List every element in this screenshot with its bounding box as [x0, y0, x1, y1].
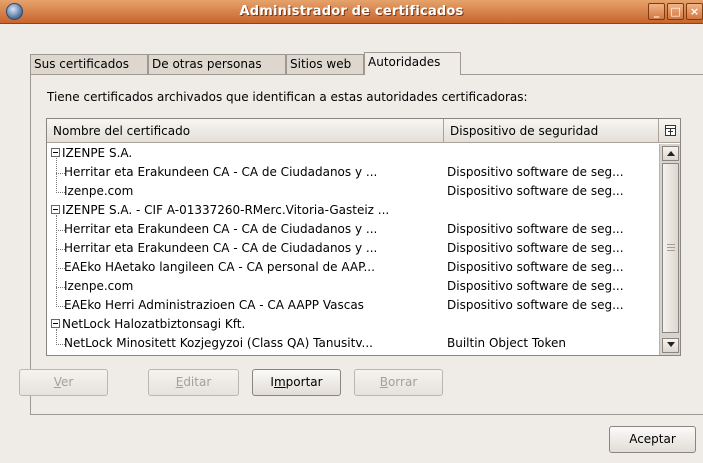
tree-row[interactable]: Herritar eta Erakundeen CA - CA de Ciuda…: [47, 220, 659, 239]
minimize-button[interactable]: _: [648, 3, 665, 20]
row-device: Dispositivo software de seg...: [447, 184, 624, 198]
column-header-name[interactable]: Nombre del certificado: [47, 119, 444, 143]
tab-sitios-web[interactable]: Sitios web: [286, 54, 364, 74]
collapse-icon[interactable]: [51, 205, 60, 214]
tree-row[interactable]: Izenpe.com Dispositivo software de seg..…: [47, 277, 659, 296]
vertical-scrollbar[interactable]: [659, 144, 680, 355]
title-bar[interactable]: Administrador de certificados _ □ ×: [0, 0, 703, 24]
tab-de-otras-personas[interactable]: De otras personas: [148, 54, 286, 74]
row-name: IZENPE S.A. - CIF A-01337260-RMerc.Vitor…: [47, 201, 444, 217]
delete-button[interactable]: Borrar: [354, 369, 443, 396]
panel-description: Tiene certificados archivados que identi…: [47, 90, 528, 104]
accept-button[interactable]: Aceptar: [609, 426, 696, 453]
edit-button[interactable]: Editar: [148, 369, 239, 396]
row-device: [447, 315, 659, 317]
row-name: IZENPE S.A.: [47, 144, 444, 160]
tree-row-group[interactable]: NetLock Halozatbiztonsagi Kft.: [47, 315, 659, 334]
row-device: Dispositivo software de seg...: [447, 165, 624, 179]
maximize-button[interactable]: □: [667, 3, 684, 20]
arrow-down-icon: [667, 342, 675, 347]
row-name: Izenpe.com: [64, 184, 134, 198]
row-device: Builtin Object Token: [447, 336, 567, 350]
row-name: NetLock Minositett Kozjegyzoi (Class QA)…: [64, 336, 373, 350]
row-device: [447, 201, 659, 203]
row-name: EAEko Herri Administrazioen CA - CA AAPP…: [64, 298, 364, 312]
authorities-panel: Tiene certificados archivados que identi…: [30, 74, 703, 415]
tab-autoridades[interactable]: Autoridades: [364, 52, 461, 75]
column-picker-icon: [665, 125, 676, 136]
column-header-device[interactable]: Dispositivo de seguridad: [444, 119, 659, 143]
row-name: Herritar eta Erakundeen CA - CA de Ciuda…: [64, 241, 378, 255]
row-device: Dispositivo software de seg...: [447, 279, 624, 293]
row-name: Herritar eta Erakundeen CA - CA de Ciuda…: [64, 165, 378, 179]
collapse-icon[interactable]: [51, 319, 60, 328]
tree-row-group[interactable]: IZENPE S.A. - CIF A-01337260-RMerc.Vitor…: [47, 201, 659, 220]
close-button[interactable]: ×: [686, 3, 703, 20]
tree-row[interactable]: NetLock Minositett Kozjegyzoi (Class QA)…: [47, 334, 659, 353]
column-picker-button[interactable]: [659, 119, 680, 143]
row-name: Herritar eta Erakundeen CA - CA de Ciuda…: [64, 222, 378, 236]
scroll-up-button[interactable]: [662, 146, 679, 161]
tree-row[interactable]: EAEko Herri Administrazioen CA - CA AAPP…: [47, 296, 659, 315]
row-device: [447, 144, 659, 146]
tree-rows: IZENPE S.A. Herritar eta Erakundeen CA -…: [47, 144, 659, 355]
row-name: EAEko HAetako langileen CA - CA personal…: [64, 260, 375, 274]
row-device: Dispositivo software de seg...: [447, 260, 624, 274]
scrollbar-thumb[interactable]: [662, 163, 679, 333]
row-device: Dispositivo software de seg...: [447, 241, 624, 255]
arrow-up-icon: [667, 151, 675, 156]
collapse-icon[interactable]: [51, 148, 60, 157]
row-name: Izenpe.com: [64, 279, 134, 293]
tab-sus-certificados[interactable]: Sus certificados: [30, 54, 148, 74]
row-device: Dispositivo software de seg...: [447, 222, 624, 236]
tree-row[interactable]: EAEko HAetako langileen CA - CA personal…: [47, 258, 659, 277]
import-button[interactable]: Importar: [252, 369, 341, 396]
tree-row[interactable]: Herritar eta Erakundeen CA - CA de Ciuda…: [47, 163, 659, 182]
tree-row[interactable]: Izenpe.com Dispositivo software de seg..…: [47, 182, 659, 201]
row-name: NetLock Halozatbiztonsagi Kft.: [47, 315, 444, 331]
tree-row-group[interactable]: IZENPE S.A.: [47, 144, 659, 163]
certificate-manager-window: Administrador de certificados _ □ × Sus …: [0, 0, 703, 463]
tree-row[interactable]: Herritar eta Erakundeen CA - CA de Ciuda…: [47, 239, 659, 258]
view-button[interactable]: Ver: [19, 369, 108, 396]
certificate-tree[interactable]: Nombre del certificado Dispositivo de se…: [46, 118, 681, 356]
scroll-down-button[interactable]: [662, 338, 679, 353]
tree-header: Nombre del certificado Dispositivo de se…: [47, 119, 680, 143]
row-device: Dispositivo software de seg...: [447, 298, 624, 312]
window-title: Administrador de certificados: [239, 4, 464, 19]
